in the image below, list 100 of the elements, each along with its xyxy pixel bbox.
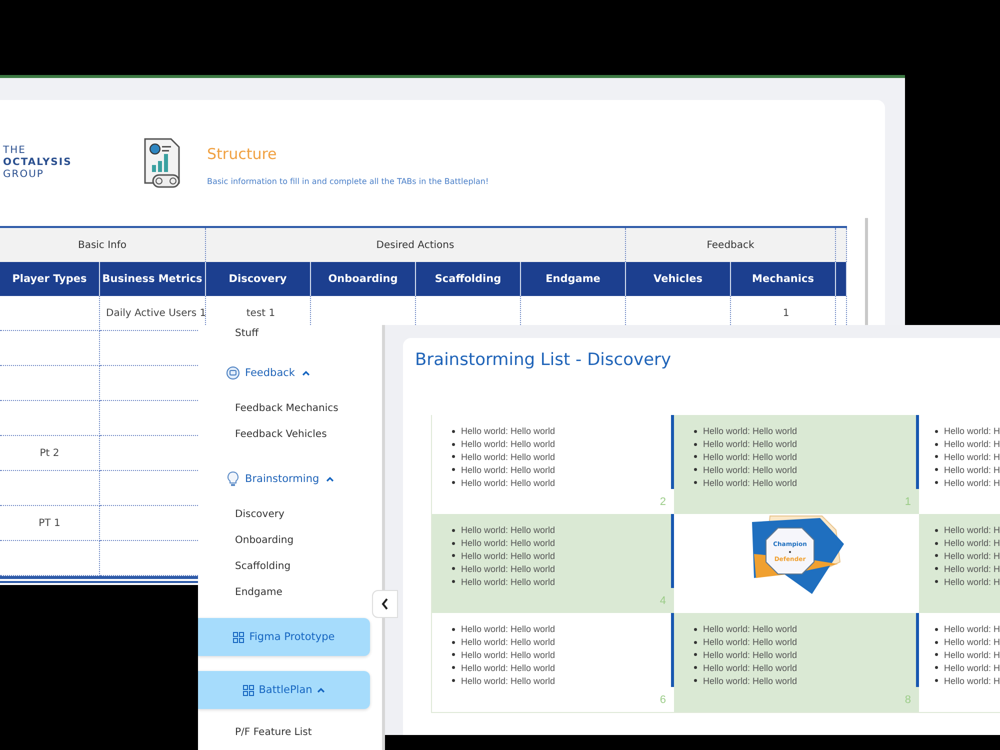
column-header: Business Metrics bbox=[100, 262, 206, 296]
table-cell: Pt 2 bbox=[0, 436, 100, 471]
page-subtitle: Basic information to fill in and complete all the TABs in the Battleplan! bbox=[207, 176, 489, 186]
group-header bbox=[836, 228, 847, 262]
list-item: Hello world: Hello world bbox=[703, 426, 798, 436]
list-item: Hello world: Hello world bbox=[703, 439, 798, 450]
logo-text: THE bbox=[3, 145, 27, 157]
bullet-dot bbox=[452, 580, 455, 584]
list-item: Hello world: Hello world bbox=[461, 550, 556, 561]
list-item: Hello world: H bbox=[944, 576, 1000, 587]
bullet-dot bbox=[694, 430, 697, 433]
bullet-dot bbox=[452, 679, 455, 682]
list-item: Hello world: Hello world bbox=[461, 637, 556, 648]
bullet-dot bbox=[694, 666, 697, 670]
chevron-left-icon bbox=[381, 598, 389, 610]
bullet-dot bbox=[694, 455, 697, 458]
bullet-dot bbox=[452, 666, 455, 670]
lightbulb-icon bbox=[226, 471, 240, 487]
chat-icon bbox=[226, 366, 240, 380]
sidebar-button[interactable]: Figma Prototype bbox=[198, 618, 370, 656]
bullet-dot bbox=[452, 455, 455, 458]
group-header: Basic Info bbox=[0, 228, 206, 262]
grid-icon bbox=[233, 632, 244, 642]
bullet-dot bbox=[694, 679, 697, 682]
list-item: Hello world: Hello world bbox=[461, 576, 556, 587]
list-item: Hello world: Hello world bbox=[461, 650, 556, 660]
bullet-dot bbox=[935, 468, 938, 472]
bullet-dot bbox=[935, 567, 938, 570]
bullet-dot bbox=[452, 628, 455, 631]
bullet-dot bbox=[935, 679, 938, 682]
list-item: Hello world: H bbox=[944, 452, 1000, 462]
table-cell: PT 1 bbox=[0, 506, 100, 541]
list-item: Hello world: H bbox=[944, 538, 1000, 548]
grid-icon bbox=[242, 684, 254, 696]
list-item: Hello world: H bbox=[944, 426, 1000, 436]
bullet-dot bbox=[452, 640, 455, 644]
bullet-dot bbox=[452, 430, 455, 433]
list-item: Hello world: Hello world bbox=[461, 426, 556, 436]
bullet-dot bbox=[694, 481, 697, 484]
sidebar-item[interactable]: P/F Feature List bbox=[235, 720, 312, 746]
list-item: Hello world: Hello world bbox=[703, 624, 798, 634]
list-item: Hello world: Hello world bbox=[461, 538, 556, 548]
sidebar-group[interactable]: Brainstorming bbox=[226, 466, 334, 492]
cell-number: 8 bbox=[904, 694, 911, 706]
column-header bbox=[836, 262, 847, 296]
column-header: Mechanics bbox=[731, 262, 836, 296]
bullet-dot bbox=[935, 542, 938, 545]
column-header: Onboarding bbox=[311, 262, 416, 296]
chevron-up-icon bbox=[302, 370, 310, 376]
bullet-dot bbox=[694, 640, 697, 644]
sidebar-item[interactable]: Endgame bbox=[235, 580, 282, 606]
list-item: Hello world: H bbox=[944, 650, 1000, 660]
sidebar-item[interactable]: Feedback Vehicles bbox=[235, 422, 327, 448]
bullet-dot bbox=[935, 442, 938, 446]
bullet-dot bbox=[935, 430, 938, 433]
list-item: Hello world: Hello world bbox=[703, 478, 798, 488]
list-item: Hello world: Hello world bbox=[461, 624, 556, 634]
collapse-button[interactable] bbox=[372, 590, 398, 618]
sidebar-item[interactable]: Onboarding bbox=[235, 528, 294, 554]
sidebar-group[interactable]: Feedback bbox=[226, 360, 310, 386]
logo-text: GROUP bbox=[3, 169, 45, 181]
cell-number: 1 bbox=[904, 496, 911, 508]
list-item: Hello world: H bbox=[944, 478, 1000, 488]
list-item: Hello world: Hello world bbox=[461, 525, 556, 536]
bullet-dot bbox=[452, 468, 455, 472]
sidebar-item[interactable]: Discovery bbox=[235, 502, 284, 528]
list-item: Hello world: H bbox=[944, 564, 1000, 574]
sidebar-button[interactable]: BattlePlan bbox=[198, 671, 370, 709]
bullet-dot bbox=[452, 554, 455, 558]
bullet-dot bbox=[452, 567, 455, 570]
bullet-dot bbox=[694, 468, 697, 472]
bullet-dot bbox=[694, 442, 697, 446]
sidebar-item[interactable]: Feedback Mechanics bbox=[235, 396, 338, 422]
bullet-dot bbox=[452, 653, 455, 656]
cell-number: 2 bbox=[660, 496, 666, 508]
list-item: Hello world: Hello world bbox=[703, 650, 798, 660]
column-header: Vehicles bbox=[626, 262, 731, 296]
bullet-dot bbox=[452, 528, 455, 532]
bullet-dot bbox=[935, 481, 938, 484]
bullet-dot bbox=[935, 554, 938, 558]
list-item: Hello world: H bbox=[944, 624, 1000, 634]
column-header: Scaffolding bbox=[416, 262, 521, 296]
list-item: Hello world: H bbox=[944, 550, 1000, 561]
cell-number: 4 bbox=[660, 595, 666, 607]
list-item: Hello world: Hello world bbox=[461, 564, 556, 574]
bullet-dot bbox=[452, 542, 455, 545]
bullet-dot bbox=[935, 653, 938, 656]
list-item: Hello world: Hello world bbox=[461, 662, 556, 673]
list-item: Hello world: Hello world bbox=[461, 676, 556, 686]
list-item: Hello world: Hello world bbox=[703, 662, 798, 673]
column-header: Player Types bbox=[0, 262, 100, 296]
list-item: Hello world: H bbox=[944, 464, 1000, 475]
sidebar-item[interactable]: Scaffolding bbox=[235, 554, 291, 580]
list-item: Hello world: H bbox=[944, 662, 1000, 673]
cell-number: 6 bbox=[660, 694, 666, 706]
bullet-dot bbox=[452, 481, 455, 484]
page-title: Structure bbox=[207, 144, 278, 162]
list-item: Hello world: Hello world bbox=[461, 478, 556, 488]
column-header: Endgame bbox=[521, 262, 626, 296]
list-item: Hello world: H bbox=[944, 637, 1000, 648]
